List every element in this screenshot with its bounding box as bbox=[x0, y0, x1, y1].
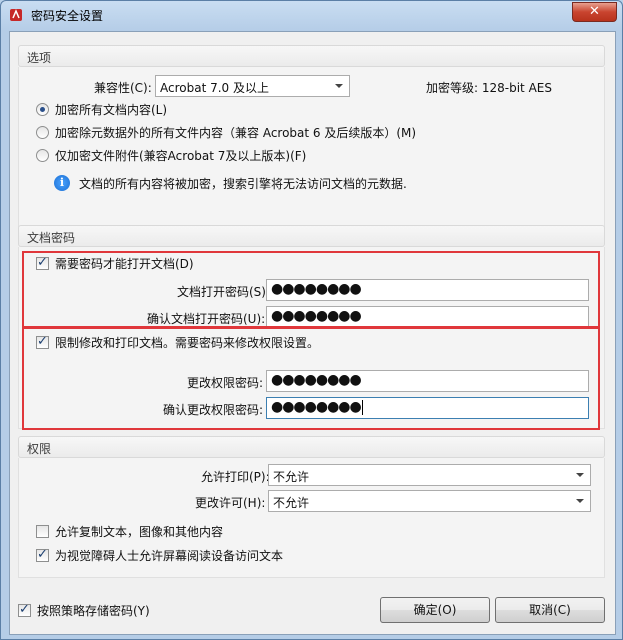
radio-encrypt-except-metadata-label[interactable]: 加密除元数据外的所有文件内容（兼容 Acrobat 6 及后续版本）(M) bbox=[55, 124, 416, 141]
store-password-checkbox[interactable] bbox=[18, 602, 31, 617]
screen-reader-access-label[interactable]: 为视觉障碍人士允许屏幕阅读设备访问文本 bbox=[55, 547, 283, 564]
allow-copy-label[interactable]: 允许复制文本，图像和其他内容 bbox=[55, 523, 223, 540]
title-bar[interactable]: 密码安全设置 ✕ bbox=[1, 1, 622, 31]
info-icon: i bbox=[54, 175, 70, 191]
confirm-open-password-label: 确认文档打开密码(U): bbox=[147, 312, 266, 326]
dialog-client: 选项 兼容性(C): Acrobat 7.0 及以上 加密等级: 128-bit… bbox=[9, 31, 616, 635]
app-icon bbox=[10, 9, 22, 21]
screen-reader-access-checkbox[interactable] bbox=[36, 547, 49, 562]
doc-password-header: 文档密码 bbox=[18, 225, 605, 247]
allow-copy-checkbox[interactable] bbox=[36, 525, 49, 538]
compat-select[interactable]: Acrobat 7.0 及以上 bbox=[155, 75, 350, 97]
restrict-editing-checkbox[interactable] bbox=[36, 334, 49, 349]
options-body: 兼容性(C): Acrobat 7.0 及以上 加密等级: 128-bit AE… bbox=[18, 67, 605, 231]
close-button[interactable]: ✕ bbox=[572, 2, 617, 22]
open-password-input[interactable]: ●●●●●●●● bbox=[266, 279, 589, 301]
options-header: 选项 bbox=[18, 45, 605, 67]
permissions-body: 允许打印(P): 不允许 更改许可(H): 不允许 允许复制文本，图像和其他内容… bbox=[18, 458, 605, 578]
dialog-window: 密码安全设置 ✕ 选项 兼容性(C): Acrobat 7.0 及以上 加密等级… bbox=[0, 0, 623, 640]
radio-encrypt-all-label[interactable]: 加密所有文档内容(L) bbox=[55, 101, 167, 118]
allow-print-select[interactable]: 不允许 bbox=[268, 464, 591, 486]
doc-password-body: 需要密码才能打开文档(D) 文档打开密码(S): ●●●●●●●● 确认文档打开… bbox=[18, 247, 605, 429]
chevron-down-icon bbox=[335, 84, 343, 88]
cancel-button[interactable]: 取消(C) bbox=[495, 597, 605, 623]
chevron-down-icon bbox=[576, 473, 584, 477]
confirm-open-password-input[interactable]: ●●●●●●●● bbox=[266, 306, 589, 328]
change-permission-label: 更改许可(H): bbox=[195, 496, 266, 510]
change-permission-password-label: 更改权限密码: bbox=[187, 376, 264, 390]
compat-label: 兼容性(C): bbox=[94, 81, 152, 95]
require-password-checkbox[interactable] bbox=[36, 255, 49, 270]
require-password-label[interactable]: 需要密码才能打开文档(D) bbox=[55, 255, 194, 272]
permissions-header: 权限 bbox=[18, 436, 605, 458]
encrypt-level-label: 加密等级: 128-bit AES bbox=[426, 81, 552, 95]
confirm-change-permission-password-label: 确认更改权限密码: bbox=[163, 403, 264, 417]
text-caret bbox=[361, 399, 363, 415]
ok-button[interactable]: 确定(O) bbox=[380, 597, 490, 623]
restrict-editing-label[interactable]: 限制修改和打印文档。需要密码来修改权限设置。 bbox=[55, 334, 319, 351]
change-permission-select[interactable]: 不允许 bbox=[268, 490, 591, 512]
chevron-down-icon bbox=[576, 499, 584, 503]
allow-print-label: 允许打印(P): bbox=[201, 470, 270, 484]
radio-encrypt-attachments-label[interactable]: 仅加密文件附件(兼容Acrobat 7及以上版本)(F) bbox=[55, 147, 306, 164]
window-title: 密码安全设置 bbox=[31, 9, 104, 23]
change-permission-password-input[interactable]: ●●●●●●●● bbox=[266, 370, 589, 392]
confirm-change-permission-password-input[interactable]: ●●●●●●●● bbox=[266, 397, 589, 419]
store-password-label[interactable]: 按照策略存储密码(Y) bbox=[37, 602, 150, 619]
radio-encrypt-except-metadata[interactable] bbox=[36, 126, 49, 139]
open-password-label: 文档打开密码(S): bbox=[177, 285, 271, 299]
radio-encrypt-attachments[interactable] bbox=[36, 149, 49, 162]
info-text: 文档的所有内容将被加密，搜索引擎将无法访问文档的元数据. bbox=[79, 177, 407, 191]
radio-encrypt-all[interactable] bbox=[36, 103, 49, 116]
